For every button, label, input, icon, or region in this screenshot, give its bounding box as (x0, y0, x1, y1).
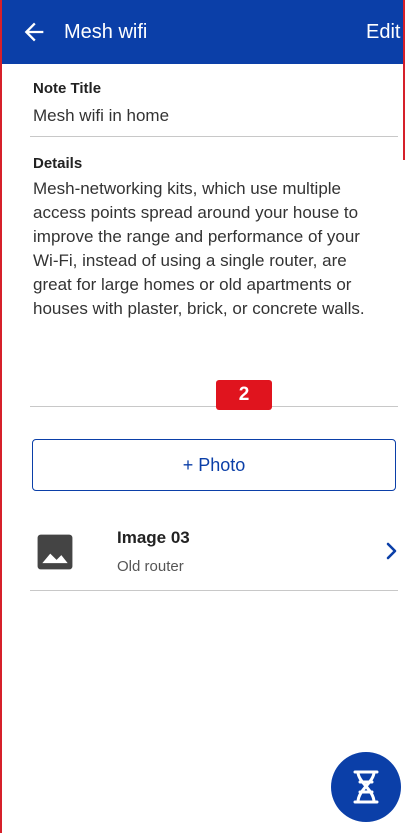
divider (30, 590, 398, 591)
step-badge: 2 (216, 380, 272, 410)
page-title: Mesh wifi (64, 21, 148, 43)
add-photo-button[interactable]: + Photo (32, 439, 396, 491)
dna-icon (353, 770, 379, 804)
chevron-right-icon (383, 540, 401, 562)
fab-button[interactable] (331, 752, 401, 822)
back-button[interactable] (20, 18, 48, 46)
attachment-title: Image 03 (117, 528, 190, 547)
details-value[interactable]: Mesh-networking kits, which use multiple… (33, 177, 383, 321)
attachment-subtitle: Old router (117, 558, 184, 575)
image-icon (36, 533, 74, 571)
edit-button[interactable]: Edit (366, 20, 400, 44)
attachment-list-item[interactable]: Image 03 Old router (30, 520, 400, 590)
note-title-label: Note Title (33, 80, 102, 97)
divider (30, 136, 398, 137)
note-title-value[interactable]: Mesh wifi in home (33, 104, 169, 128)
details-label: Details (33, 155, 83, 172)
arrow-left-icon (24, 22, 44, 42)
divider (30, 406, 398, 407)
frame-border-left (0, 0, 2, 833)
app-bar: Mesh wifi Edit (2, 0, 403, 64)
